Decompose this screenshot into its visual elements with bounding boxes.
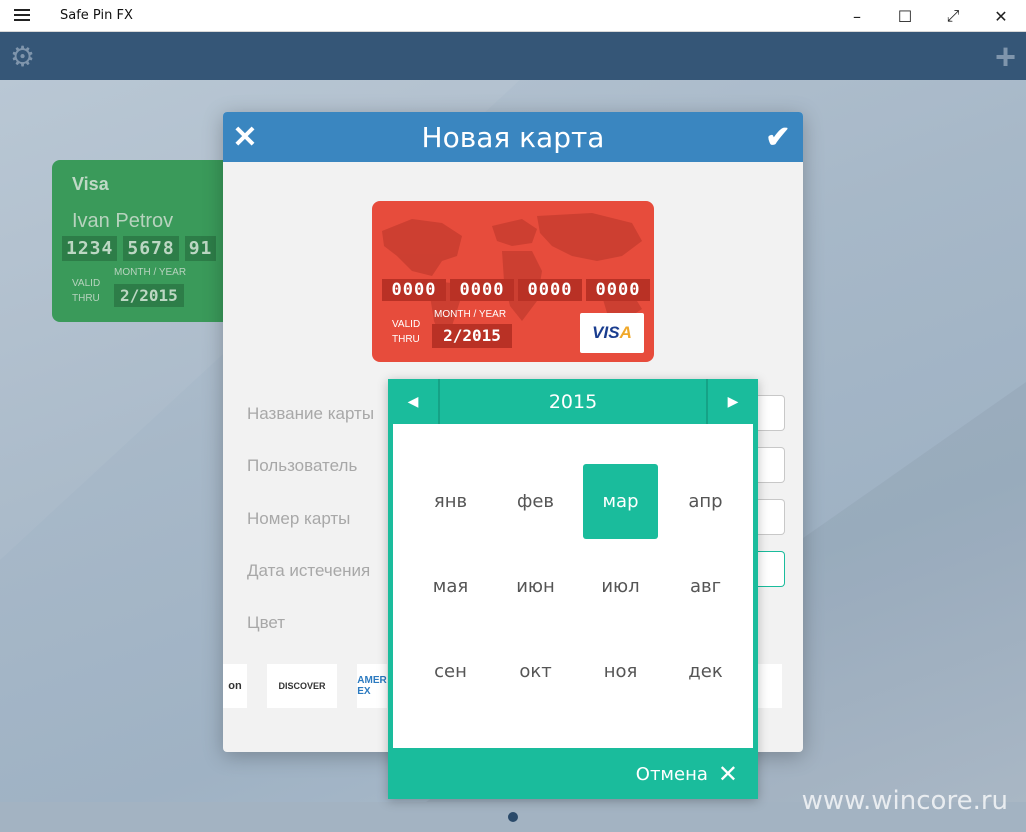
month-mar[interactable]: мар: [583, 464, 658, 539]
month-oct[interactable]: окт: [498, 634, 573, 709]
card-name-field[interactable]: [757, 395, 785, 431]
month-picker: ◀ 2015 ▶ янв фев мар апр мая июн июл авг…: [388, 379, 758, 799]
saved-card-valid-thru: VALID THRU: [72, 278, 101, 304]
discover-label: DISCOVER: [278, 681, 326, 691]
amazon-card-option[interactable]: on: [223, 664, 247, 708]
month-jan[interactable]: янв: [413, 464, 488, 539]
green-color-option[interactable]: [758, 664, 782, 708]
month-may[interactable]: мая: [413, 549, 488, 624]
expiry-date-field[interactable]: [757, 551, 785, 587]
color-label: Цвет: [247, 613, 286, 632]
thru-label: THRU: [392, 334, 420, 345]
cancel-button[interactable]: Отмена ✕: [636, 762, 738, 786]
year-label[interactable]: 2015: [440, 379, 706, 424]
app-bar: [0, 32, 1026, 80]
card-name-label: Название карты: [247, 404, 375, 423]
month-dec[interactable]: дек: [668, 634, 743, 709]
saved-card-holder: Ivan Petrov: [72, 210, 174, 232]
settings-gear-icon[interactable]: ⚙: [10, 43, 35, 71]
saved-card[interactable]: Visa Ivan Petrov 1234 5678 91 VALID THRU …: [52, 160, 252, 322]
saved-card-number: 1234 5678 91: [62, 236, 217, 261]
month-sep[interactable]: сен: [413, 634, 488, 709]
cancel-label: Отмена: [635, 763, 708, 785]
month-jun[interactable]: июн: [498, 549, 573, 624]
valid-thru-label: VALID THRU: [392, 317, 420, 347]
card-number-group: 0000: [586, 279, 650, 301]
saved-card-number-group: 1234: [62, 236, 118, 261]
card-number: 0000 0000 0000 0000: [382, 279, 650, 301]
dialog-header: ✕ Новая карта ✔: [223, 112, 803, 162]
close-window-button[interactable]: ✕: [978, 0, 1024, 32]
card-number-group: 0000: [382, 279, 446, 301]
saved-card-expiry: 2/2015: [114, 284, 184, 307]
month-grid: янв фев мар апр мая июн июл авг сен окт …: [393, 424, 753, 748]
previous-year-button[interactable]: ◀: [388, 379, 440, 424]
card-number-field[interactable]: [757, 499, 785, 535]
saved-card-number-group: 5678: [123, 236, 179, 261]
add-card-plus-icon[interactable]: +: [995, 39, 1016, 75]
card-preview: 0000 0000 0000 0000 VALID THRU MONTH / Y…: [372, 201, 654, 362]
cancel-close-icon: ✕: [717, 760, 738, 788]
dialog-title: Новая карта: [421, 121, 605, 154]
hamburger-menu-icon[interactable]: [14, 9, 30, 23]
month-apr[interactable]: апр: [668, 464, 743, 539]
month-feb[interactable]: фев: [498, 464, 573, 539]
amex-card-option[interactable]: AMER EX: [357, 664, 387, 708]
watermark: www.wincore.ru: [801, 786, 1008, 816]
maximize-button[interactable]: ☐: [882, 0, 928, 32]
title-bar: Safe Pin FX – ☐ ⤢ ✕: [0, 0, 1026, 32]
picker-footer: Отмена ✕: [388, 748, 758, 799]
app-title: Safe Pin FX: [60, 8, 133, 23]
card-number-group: 0000: [450, 279, 514, 301]
month-jul[interactable]: июл: [583, 549, 658, 624]
month-aug[interactable]: авг: [668, 549, 743, 624]
card-number-label: Номер карты: [247, 509, 351, 528]
saved-card-brand: Visa: [72, 174, 109, 194]
user-field[interactable]: [757, 447, 785, 483]
card-expiry: 2/2015: [432, 324, 512, 348]
next-year-button[interactable]: ▶: [706, 379, 758, 424]
saved-card-month-year-label: MONTH / YEAR: [114, 267, 187, 278]
page-dot[interactable]: [508, 812, 518, 822]
user-label: Пользователь: [247, 456, 358, 475]
visa-logo-icon: VIS A: [580, 313, 644, 353]
valid-label: VALID: [392, 319, 421, 330]
month-nov[interactable]: ноя: [583, 634, 658, 709]
discover-card-option[interactable]: DISCOVER: [267, 664, 337, 708]
card-number-group: 0000: [518, 279, 582, 301]
expiry-date-label: Дата истечения: [247, 561, 371, 580]
fullscreen-button[interactable]: ⤢: [930, 0, 976, 32]
minimize-button[interactable]: –: [834, 0, 880, 32]
saved-card-number-group: 91: [184, 236, 217, 261]
check-icon[interactable]: ✔: [761, 120, 795, 154]
month-year-label: MONTH / YEAR: [434, 309, 507, 320]
